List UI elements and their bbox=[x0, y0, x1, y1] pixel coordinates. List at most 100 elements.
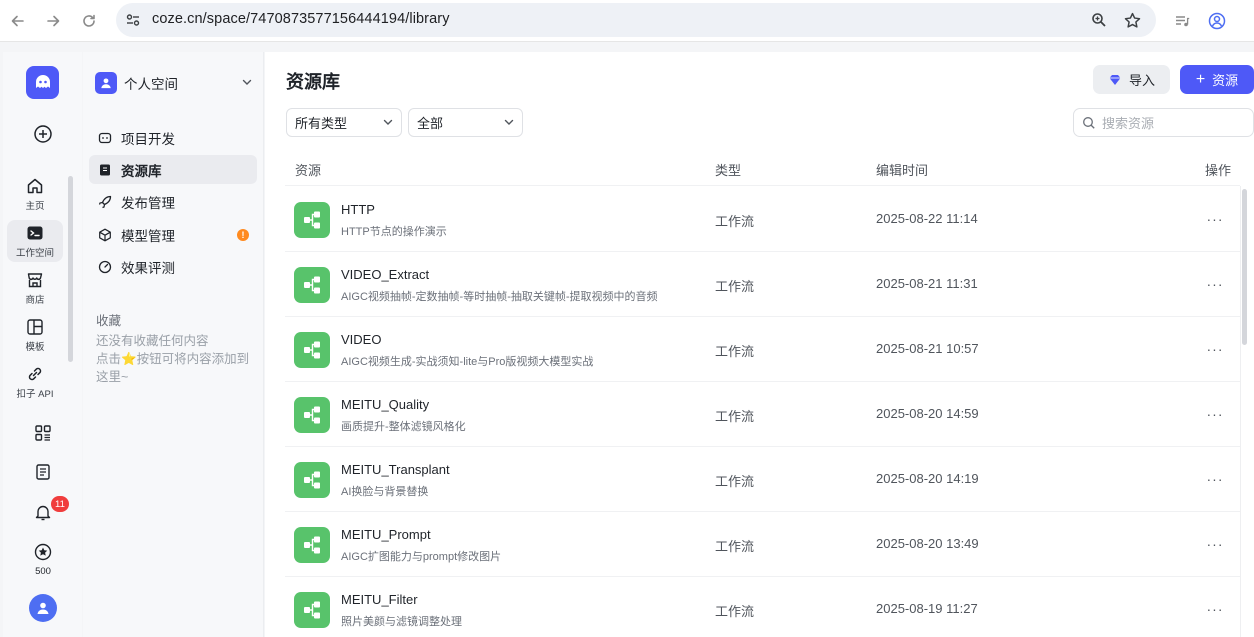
reload-icon[interactable] bbox=[77, 9, 101, 33]
workflow-icon bbox=[294, 592, 330, 628]
sidebar-item-library[interactable]: 资源库 bbox=[89, 155, 257, 184]
resource-name[interactable]: MEITU_Filter bbox=[341, 592, 418, 607]
zoom-icon[interactable] bbox=[1090, 11, 1108, 29]
workflow-icon bbox=[294, 332, 330, 368]
rail-item-api[interactable]: 扣子 API bbox=[7, 361, 63, 403]
rail-item-templates[interactable]: 模板 bbox=[7, 314, 63, 356]
rail-item-label: 工作空间 bbox=[15, 247, 54, 259]
site-settings-icon[interactable] bbox=[124, 11, 142, 29]
resource-edit-time: 2025-08-20 14:19 bbox=[876, 471, 979, 486]
icon-rail: 主页 工作空间 商店 模板 扣子 API 11 500 bbox=[3, 52, 82, 637]
rail-item-label: 扣子 API bbox=[16, 388, 54, 400]
plus-icon: + bbox=[1195, 70, 1206, 88]
sidebar-item-publish[interactable]: 发布管理 bbox=[89, 187, 257, 216]
import-button[interactable]: 导入 bbox=[1093, 65, 1170, 94]
resource-description: 照片美颜与滤镜调整处理 bbox=[341, 616, 462, 628]
workflow-icon bbox=[294, 397, 330, 433]
workflow-icon bbox=[294, 202, 330, 238]
resource-edit-time: 2025-08-20 14:59 bbox=[876, 406, 979, 421]
sidebar-item-label: 发布管理 bbox=[121, 195, 175, 211]
rail-scrollbar[interactable] bbox=[68, 176, 73, 362]
resource-edit-time: 2025-08-22 11:14 bbox=[876, 211, 978, 226]
table-scrollbar[interactable] bbox=[1242, 189, 1247, 345]
resource-description: AIGC视频生成-实战须知-lite与Pro版视频大模型实战 bbox=[341, 356, 594, 368]
bot-icon bbox=[97, 130, 113, 146]
resource-name[interactable]: VIDEO_Extract bbox=[341, 267, 429, 282]
resource-description: HTTP节点的操作演示 bbox=[341, 226, 447, 238]
rocket-icon bbox=[97, 194, 113, 210]
table-row[interactable]: MEITU_Transplant AI换脸与背景替换 工作流 2025-08-20 1… bbox=[285, 447, 1240, 512]
address-bar[interactable]: coze.cn/space/7470873577156444194/librar… bbox=[116, 3, 1156, 37]
space-switcher[interactable]: 个人空间 bbox=[95, 72, 253, 94]
user-avatar[interactable] bbox=[29, 594, 57, 622]
sidebar-item-label: 资源库 bbox=[121, 163, 162, 179]
resource-name[interactable]: MEITU_Transplant bbox=[341, 462, 450, 477]
rail-item-workspace[interactable]: 工作空间 bbox=[7, 220, 63, 262]
rail-item-store[interactable]: 商店 bbox=[7, 267, 63, 309]
page-title: 资源库 bbox=[286, 72, 340, 92]
cube-icon bbox=[97, 227, 113, 243]
media-controls-icon[interactable] bbox=[1170, 9, 1194, 33]
coze-logo-icon[interactable] bbox=[26, 66, 59, 99]
type-filter-value: 所有类型 bbox=[295, 116, 348, 131]
space-name: 个人空间 bbox=[124, 77, 178, 92]
chevron-down-icon bbox=[382, 116, 394, 128]
table-row[interactable]: VIDEO AIGC视频生成-实战须知-lite与Pro版视频大模型实战 工作流 20… bbox=[285, 317, 1240, 382]
resource-name[interactable]: VIDEO bbox=[341, 332, 381, 347]
apps-grid-icon[interactable] bbox=[31, 421, 55, 445]
more-actions-icon[interactable]: ··· bbox=[1203, 599, 1227, 619]
chevron-down-icon bbox=[503, 116, 515, 128]
resource-type: 工作流 bbox=[715, 344, 755, 359]
table-row[interactable]: MEITU_Prompt AIGC扩图能力与prompt修改图片 工作流 2025-0… bbox=[285, 512, 1240, 577]
favorites-title: 收藏 bbox=[96, 314, 122, 328]
library-main: 资源库 导入 + 资源 所有类型 全部 搜索资源 资源 类型 编辑时间 操作 H… bbox=[265, 52, 1254, 637]
table-row[interactable]: HTTP HTTP节点的操作演示 工作流 2025-08-22 11:14 ··· bbox=[285, 187, 1240, 252]
table-row[interactable]: MEITU_Filter 照片美颜与滤镜调整处理 工作流 2025-08-19 11:… bbox=[285, 577, 1240, 637]
column-header-edit-time: 编辑时间 bbox=[876, 163, 929, 178]
forward-icon[interactable] bbox=[41, 9, 65, 33]
resource-name[interactable]: MEITU_Prompt bbox=[341, 527, 431, 542]
resource-name[interactable]: HTTP bbox=[341, 202, 375, 217]
profile-icon[interactable] bbox=[1205, 9, 1229, 33]
import-gem-icon bbox=[1108, 73, 1122, 87]
table-row[interactable]: VIDEO_Extract AIGC视频抽帧-定数抽帧-等时抽帧-抽取关键帧-提取… bbox=[285, 252, 1240, 317]
scope-filter-select[interactable]: 全部 bbox=[408, 108, 523, 137]
import-label: 导入 bbox=[1128, 73, 1155, 88]
terminal-icon bbox=[27, 226, 43, 239]
favorites-empty-line: 点击⭐按钮可将内容添加到这里~ bbox=[96, 352, 250, 384]
table-header-divider bbox=[285, 185, 1240, 186]
type-filter-select[interactable]: 所有类型 bbox=[286, 108, 402, 137]
sidebar-item-models[interactable]: 模型管理 ! bbox=[89, 220, 257, 249]
resource-type: 工作流 bbox=[715, 214, 755, 229]
sidebar-item-label: 项目开发 bbox=[121, 131, 175, 147]
more-actions-icon[interactable]: ··· bbox=[1203, 209, 1227, 229]
table-row[interactable]: MEITU_Quality 画质提升-整体滤镜风格化 工作流 2025-08-20 1… bbox=[285, 382, 1240, 447]
create-plus-icon[interactable] bbox=[31, 122, 55, 146]
resource-description: AIGC扩图能力与prompt修改图片 bbox=[341, 551, 502, 563]
sidebar-item-label: 效果评测 bbox=[121, 260, 175, 276]
sidebar-item-projects[interactable]: 项目开发 bbox=[89, 123, 257, 152]
resource-edit-time: 2025-08-21 10:57 bbox=[876, 341, 979, 356]
gauge-icon bbox=[97, 259, 113, 275]
credits-star-icon[interactable] bbox=[31, 540, 55, 564]
document-icon[interactable] bbox=[31, 460, 55, 484]
more-actions-icon[interactable]: ··· bbox=[1203, 404, 1227, 424]
bookmark-star-icon[interactable] bbox=[1123, 11, 1141, 29]
more-actions-icon[interactable]: ··· bbox=[1203, 469, 1227, 489]
sidebar-item-evaluation[interactable]: 效果评测 bbox=[89, 252, 257, 281]
search-input[interactable]: 搜索资源 bbox=[1073, 108, 1254, 137]
resource-name[interactable]: MEITU_Quality bbox=[341, 397, 429, 412]
back-icon[interactable] bbox=[6, 9, 30, 33]
more-actions-icon[interactable]: ··· bbox=[1203, 274, 1227, 294]
chevron-down-icon bbox=[241, 75, 253, 93]
user-icon bbox=[37, 602, 49, 614]
add-resource-label: 资源 bbox=[1212, 73, 1239, 88]
url-text[interactable]: coze.cn/space/7470873577156444194/librar… bbox=[152, 11, 450, 27]
more-actions-icon[interactable]: ··· bbox=[1203, 534, 1227, 554]
resource-type: 工作流 bbox=[715, 604, 755, 619]
add-resource-button[interactable]: + 资源 bbox=[1180, 65, 1254, 94]
rail-item-home[interactable]: 主页 bbox=[7, 173, 63, 215]
model-alert-badge: ! bbox=[237, 229, 249, 241]
more-actions-icon[interactable]: ··· bbox=[1203, 339, 1227, 359]
resource-description: 画质提升-整体滤镜风格化 bbox=[341, 421, 466, 433]
